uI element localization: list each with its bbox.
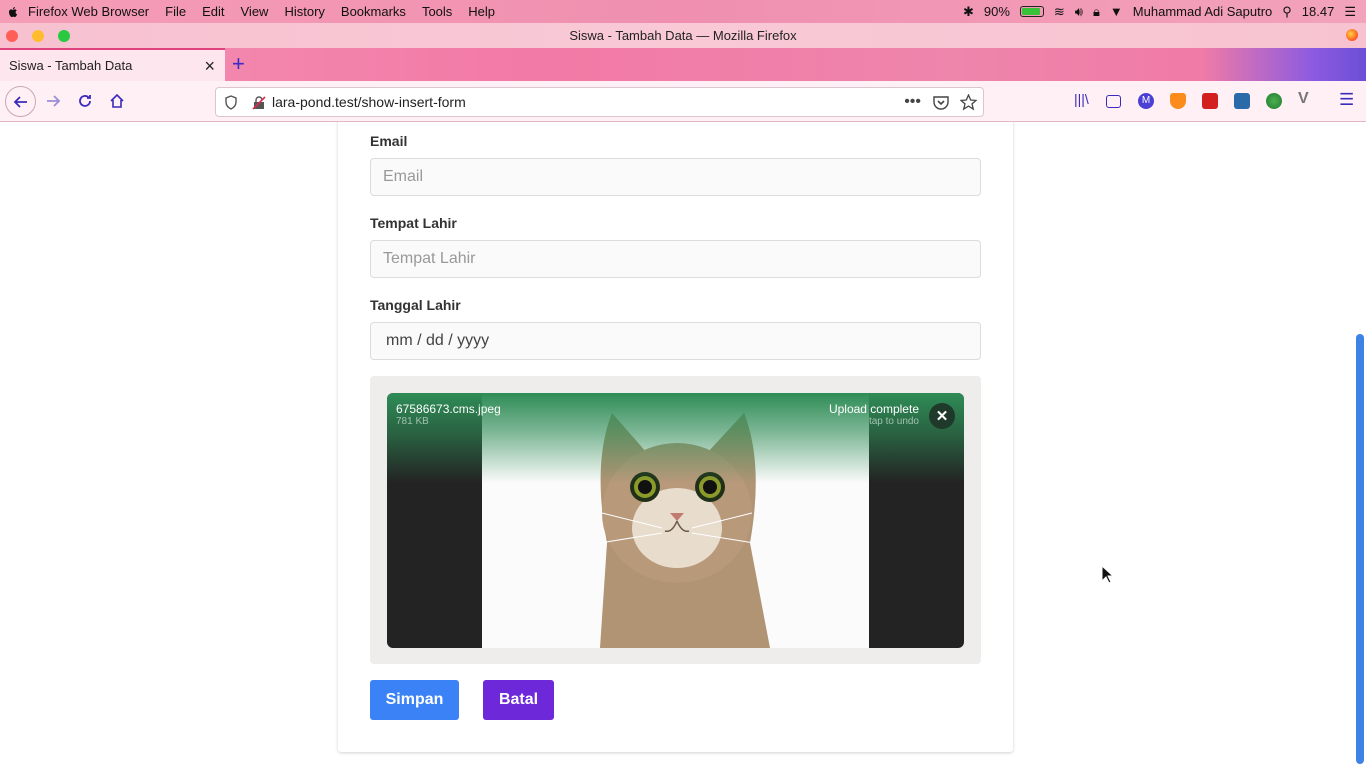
insecure-connection-icon[interactable]: [252, 96, 266, 110]
menu-edit[interactable]: Edit: [194, 4, 232, 19]
tanggal-lahir-date-field[interactable]: mm / dd / yyyy: [370, 322, 981, 360]
macos-menubar: Firefox Web Browser File Edit View Histo…: [0, 0, 1366, 23]
wifi-icon[interactable]: ≋: [1054, 4, 1065, 20]
tempat-lahir-placeholder: Tempat Lahir: [383, 250, 476, 267]
email-field[interactable]: Email: [370, 158, 981, 196]
tab-siswa-tambah-data[interactable]: Siswa - Tambah Data ×: [0, 48, 225, 81]
new-tab-button[interactable]: +: [232, 51, 245, 77]
menubar-username[interactable]: Muhammad Adi Saputro: [1133, 4, 1272, 19]
bookmark-star-icon[interactable]: [960, 94, 977, 111]
hamburger-menu-icon[interactable]: ☰: [1339, 90, 1355, 109]
tempat-lahir-field[interactable]: Tempat Lahir: [370, 240, 981, 278]
menubar-clock[interactable]: 18.47: [1302, 4, 1335, 19]
tracking-protection-shield-icon[interactable]: [224, 95, 238, 110]
bluetooth-icon[interactable]: ✱: [963, 4, 974, 20]
file-name: 67586673.cms.jpeg: [396, 402, 501, 416]
extension-blue-icon[interactable]: [1234, 93, 1250, 109]
email-placeholder: Email: [383, 168, 424, 185]
spotlight-search-icon[interactable]: ⚲: [1282, 4, 1292, 20]
menu-view[interactable]: View: [233, 4, 277, 19]
menu-file[interactable]: File: [157, 4, 194, 19]
menu-help[interactable]: Help: [460, 4, 503, 19]
close-tab-icon[interactable]: ×: [204, 56, 215, 77]
window-title: Siswa - Tambah Data — Mozilla Firefox: [569, 28, 797, 43]
library-icon[interactable]: |||\: [1074, 91, 1090, 107]
navigation-toolbar: lara-pond.test/show-insert-form ••• |||\…: [0, 81, 1366, 122]
brave-extension-icon[interactable]: [1170, 93, 1186, 109]
volume-icon[interactable]: 🔊︎: [1075, 4, 1083, 20]
simpan-button[interactable]: Simpan: [370, 680, 459, 720]
firefox-logo-icon: [1346, 29, 1358, 41]
url-text[interactable]: lara-pond.test/show-insert-form: [272, 94, 466, 110]
uploaded-file-item: 67586673.cms.jpeg 781 KB Upload complete…: [387, 393, 964, 648]
extension-globe-icon[interactable]: [1266, 93, 1282, 109]
window-titlebar: Siswa - Tambah Data — Mozilla Firefox: [0, 23, 1366, 48]
tab-title: Siswa - Tambah Data: [9, 58, 133, 73]
battery-icon[interactable]: [1019, 6, 1044, 17]
vue-devtools-icon[interactable]: V: [1298, 90, 1314, 107]
reload-icon: [79, 95, 91, 107]
pocket-icon[interactable]: [933, 95, 949, 110]
dropdown-arrow-icon[interactable]: ▼: [1110, 4, 1123, 19]
batal-button[interactable]: Batal: [483, 680, 554, 720]
pdf-extension-icon[interactable]: [1202, 93, 1218, 109]
url-bar[interactable]: lara-pond.test/show-insert-form •••: [215, 87, 984, 117]
close-window-button[interactable]: [6, 30, 18, 42]
minimize-window-button[interactable]: [32, 30, 44, 42]
tempat-lahir-label: Tempat Lahir: [370, 215, 457, 231]
forward-button[interactable]: [39, 87, 67, 115]
menu-bookmarks[interactable]: Bookmarks: [333, 4, 414, 19]
notification-center-icon[interactable]: ☰: [1344, 4, 1356, 20]
menu-tools[interactable]: Tools: [414, 4, 460, 19]
battery-percent: 90%: [983, 4, 1010, 19]
close-icon: ✕: [935, 408, 949, 425]
file-size: 781 KB: [396, 416, 429, 427]
home-icon: [110, 93, 124, 108]
tab-strip: Siswa - Tambah Data × +: [0, 48, 1366, 81]
forward-arrow-icon: [47, 95, 61, 107]
reload-button[interactable]: [71, 87, 99, 115]
home-button[interactable]: [103, 87, 131, 115]
date-format-placeholder: mm / dd / yyyy: [386, 332, 490, 349]
lock-icon[interactable]: 🔒︎: [1093, 4, 1100, 20]
email-label: Email: [370, 133, 408, 149]
upload-status: Upload complete: [828, 402, 919, 416]
menubar-status-area: ✱ 90% ≋ 🔊︎ 🔒︎ ▼ Muhammad Adi Saputro ⚲ 1…: [963, 0, 1366, 23]
undo-hint[interactable]: tap to undo: [869, 416, 919, 427]
zoom-window-button[interactable]: [58, 30, 70, 42]
menu-history[interactable]: History: [276, 4, 332, 19]
sidebar-toggle-icon[interactable]: [1106, 95, 1121, 108]
filepond-upload-area[interactable]: 67586673.cms.jpeg 781 KB Upload complete…: [370, 376, 981, 664]
page-viewport: Email Email Tempat Lahir Tempat Lahir Ta…: [0, 122, 1366, 768]
apple-icon[interactable]: [6, 5, 20, 19]
mouse-cursor-icon: [1101, 565, 1115, 584]
vertical-scrollbar-thumb[interactable]: [1356, 334, 1364, 764]
back-arrow-icon: [13, 95, 27, 108]
tanggal-lahir-label: Tanggal Lahir: [370, 297, 461, 313]
remove-file-button[interactable]: ✕: [929, 403, 955, 429]
extension-m-icon[interactable]: M: [1138, 93, 1154, 109]
menubar-app-name[interactable]: Firefox Web Browser: [26, 4, 157, 19]
back-button[interactable]: [5, 86, 36, 117]
page-actions-menu-icon[interactable]: •••: [904, 93, 921, 111]
